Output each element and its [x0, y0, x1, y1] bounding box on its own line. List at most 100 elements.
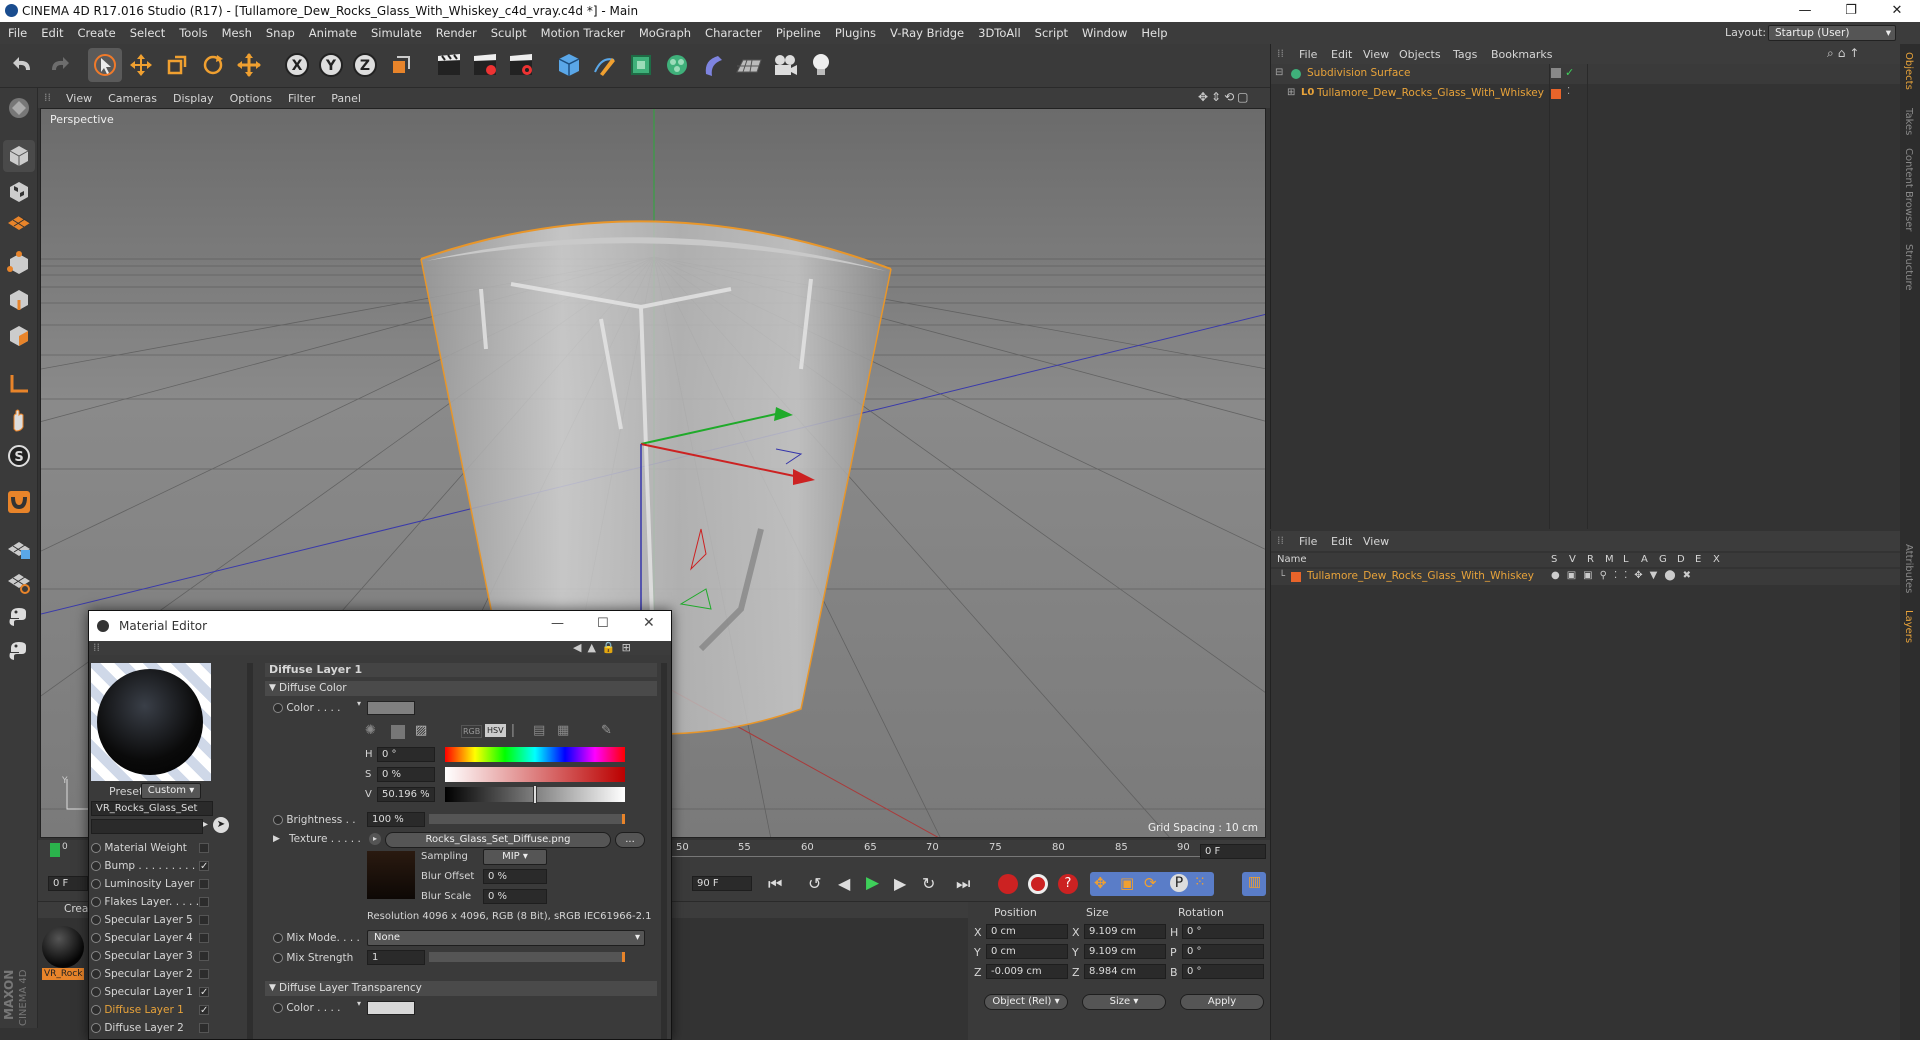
right-scrollbar[interactable] [661, 663, 667, 1039]
grid-snap-button[interactable] [3, 566, 35, 598]
channel-checkbox[interactable]: ✓ [199, 1005, 209, 1016]
eyedropper-icon[interactable]: ✎ [601, 723, 612, 738]
menu-mesh[interactable]: Mesh [222, 26, 252, 40]
points-mode-button[interactable] [3, 248, 35, 280]
color-spectrum-icon[interactable] [391, 725, 405, 739]
menu-sculpt[interactable]: Sculpt [491, 26, 527, 40]
tab-attributes[interactable]: Attributes [1903, 544, 1914, 593]
model-mode-button[interactable] [3, 140, 35, 172]
channel-checkbox[interactable]: ✓ [199, 987, 209, 998]
make-editable-button[interactable] [3, 92, 35, 124]
collapse-icon[interactable]: ⊟ [1275, 67, 1283, 78]
color-wheel-icon[interactable]: ✺ [365, 723, 376, 738]
color-swatch[interactable] [367, 701, 415, 715]
maximize-button[interactable]: ❐ [1828, 0, 1874, 22]
deformer-button[interactable] [696, 48, 730, 82]
pos-y-field[interactable]: 0 cm [986, 944, 1068, 959]
sampling-dropdown[interactable]: MIP ▾ [483, 849, 547, 865]
previous-key-icon[interactable]: ↺ [808, 874, 821, 893]
viewport-menu-cameras[interactable]: Cameras [108, 92, 157, 105]
chevron-down-icon[interactable]: ▾ [357, 699, 361, 708]
edges-mode-button[interactable] [3, 284, 35, 316]
brightness-field[interactable]: 100 % [367, 812, 425, 827]
rotate-tool-button[interactable] [196, 48, 230, 82]
layer-color-swatch[interactable] [1291, 572, 1301, 582]
apply-button[interactable]: Apply [1180, 994, 1264, 1010]
mixer-icon[interactable]: ▤ [533, 723, 545, 738]
viewport-menu-options[interactable]: Options [230, 92, 272, 105]
viewport-menu-filter[interactable]: Filter [288, 92, 315, 105]
go-to-end-icon[interactable]: ⏭ [956, 874, 970, 894]
triangle-right-icon[interactable]: ▶ [273, 834, 280, 844]
section-diffuse-color[interactable]: ▼ Diffuse Color [265, 681, 657, 696]
viewport-menu-view[interactable]: View [66, 92, 92, 105]
menu-pipeline[interactable]: Pipeline [776, 26, 821, 40]
maximize-icon[interactable]: ☐ [597, 616, 609, 631]
channel-checkbox[interactable] [199, 897, 209, 907]
tab-takes[interactable]: Takes [1903, 108, 1914, 135]
texture-arrow-icon[interactable]: ▸ [369, 833, 381, 845]
channel-specular-3[interactable]: Specular Layer 3 [91, 947, 209, 965]
start-frame-field[interactable]: 0 F [48, 876, 88, 891]
rot-b-field[interactable]: 0 ° [1182, 964, 1264, 979]
menu-window[interactable]: Window [1082, 26, 1127, 40]
image-picker-icon[interactable]: ▨ [415, 723, 427, 738]
channel-luminosity[interactable]: Luminosity Layer [91, 875, 209, 893]
channel-material-weight[interactable]: Material Weight [91, 839, 209, 857]
channel-checkbox[interactable] [199, 969, 209, 979]
next-key-icon[interactable]: ↻ [922, 874, 935, 893]
search-home-icons[interactable]: ⌕⌂↑ [1827, 46, 1863, 61]
brightness-slider[interactable] [429, 814, 625, 824]
value-slider[interactable] [445, 785, 625, 804]
python-script-button[interactable] [3, 602, 35, 634]
object-name[interactable]: Subdivision Surface [1307, 67, 1411, 79]
texture-mode-button[interactable] [3, 176, 35, 208]
minimize-icon[interactable]: — [551, 616, 564, 631]
rgb-mode-icon[interactable]: RGB [461, 725, 483, 738]
menu-file[interactable]: File [8, 26, 27, 40]
polygons-mode-button[interactable] [3, 320, 35, 352]
material-menu-create[interactable]: Crea [64, 903, 88, 915]
chevron-down-icon[interactable]: ▾ [357, 999, 361, 1008]
select-tool-button[interactable] [88, 48, 122, 82]
tweak-mode-button[interactable] [3, 404, 35, 436]
menu-vray-bridge[interactable]: V-Ray Bridge [890, 26, 964, 40]
record-icon[interactable] [998, 874, 1018, 894]
brightness-row[interactable]: Brightness . . [273, 811, 356, 829]
size-x-field[interactable]: 9.109 cm [1084, 924, 1166, 939]
obj-menu-tags[interactable]: Tags [1453, 48, 1477, 61]
texture-file-button[interactable]: Rocks_Glass_Set_Diffuse.png [385, 832, 611, 848]
object-row[interactable]: ⊟ Subdivision Surface ✓ [1271, 64, 1901, 84]
menu-plugins[interactable]: Plugins [835, 26, 876, 40]
undo-button[interactable] [6, 48, 40, 82]
play-icon[interactable]: ▶ [866, 873, 879, 893]
kelvin-icon[interactable]: ǀ [511, 723, 515, 738]
key-scale-icon[interactable]: ▣ [1120, 874, 1134, 892]
material-preview[interactable] [91, 663, 211, 781]
material-name-field[interactable]: VR_Rocks_Glass_Set [91, 801, 213, 816]
obj-menu-edit[interactable]: Edit [1331, 48, 1352, 61]
close-icon[interactable]: ✕ [643, 615, 655, 631]
light-button[interactable] [804, 48, 838, 82]
menu-script[interactable]: Script [1035, 26, 1068, 40]
menu-select[interactable]: Select [130, 26, 165, 40]
channel-diffuse-2[interactable]: Diffuse Layer 2 [91, 1019, 209, 1037]
viewport-menu-display[interactable]: Display [173, 92, 214, 105]
value-field[interactable]: 50.196 % [377, 787, 435, 802]
menu-snap[interactable]: Snap [266, 26, 295, 40]
coordinate-system-button[interactable] [384, 48, 418, 82]
snapping-button[interactable]: S [3, 440, 35, 472]
floor-button[interactable] [732, 48, 766, 82]
play-arrow-icon[interactable]: ▸ [203, 819, 208, 830]
cloner-button[interactable] [660, 48, 694, 82]
channel-specular-1[interactable]: Specular Layer 1 [91, 983, 209, 1001]
tab-structure[interactable]: Structure [1903, 244, 1914, 291]
lock-y-button[interactable]: Y [314, 48, 348, 82]
hue-field[interactable]: 0 ° [377, 747, 435, 762]
channel-diffuse-1[interactable]: Diffuse Layer 1 [91, 1001, 209, 1019]
expand-icon[interactable]: ⊞ [1287, 87, 1295, 98]
channel-checkbox[interactable] [199, 843, 209, 853]
channel-checkbox[interactable] [199, 915, 209, 925]
layer-swatch-icon[interactable] [1551, 89, 1561, 99]
navigation-icons[interactable]: ◀▲🔒⊞ [573, 641, 637, 654]
